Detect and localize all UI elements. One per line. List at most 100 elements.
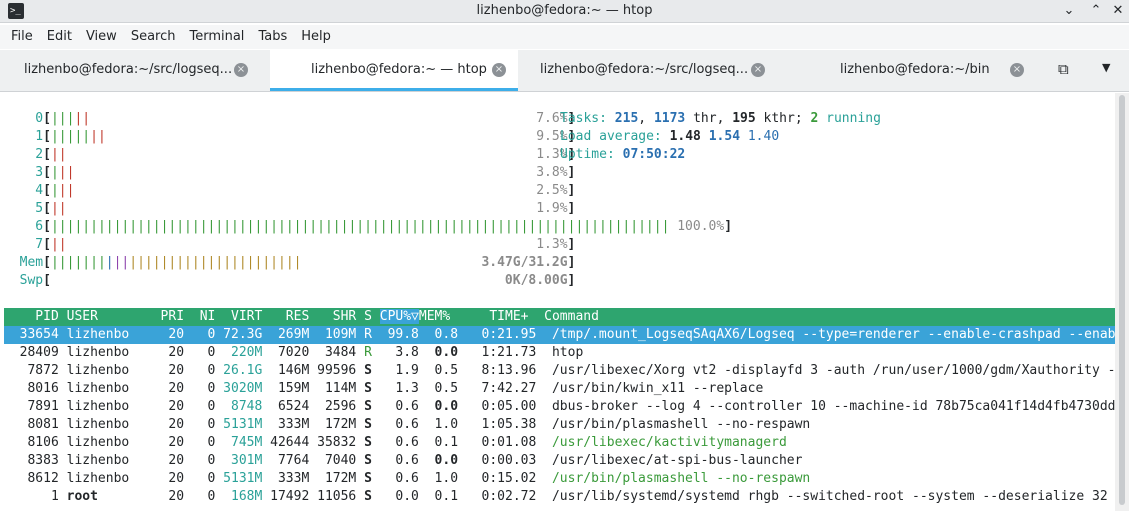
- menu-edit[interactable]: Edit: [40, 25, 79, 49]
- state: S: [356, 471, 380, 486]
- user: lizhenbo: [66, 471, 138, 486]
- hdr-shr[interactable]: SHR: [309, 309, 357, 324]
- tab-close-icon[interactable]: ×: [492, 63, 506, 77]
- shr: 172M: [309, 471, 357, 486]
- hdr-user[interactable]: USER: [67, 309, 137, 324]
- bracket: ]: [724, 219, 733, 234]
- cpu-label: 7: [4, 237, 44, 252]
- title-bar: >_ lizhenbo@fedora:~ — htop ⌄ ⌃ ✕: [0, 0, 1129, 23]
- hdr-virt[interactable]: VIRT: [215, 309, 262, 324]
- ni: 0: [184, 363, 216, 378]
- maximize-button[interactable]: ⌃: [1087, 2, 1105, 20]
- hdr-command[interactable]: Command: [528, 309, 599, 324]
- command: /usr/libexec/Xorg vt2 -displayfd 3 -auth…: [536, 363, 1124, 378]
- command: /usr/bin/plasmashell --no-respawn: [536, 471, 811, 486]
- process-row[interactable]: 8106 lizhenbo 20 0 745M 42644 35832 S 0.…: [4, 434, 786, 452]
- pri: 20: [137, 381, 185, 396]
- bracket: ]: [567, 165, 576, 180]
- time: 1:05.38: [458, 417, 537, 432]
- ni: 0: [184, 417, 216, 432]
- time: 7:42.27: [458, 381, 537, 396]
- window-title: lizhenbo@fedora:~ — htop: [476, 3, 653, 18]
- tab-htop[interactable]: lizhenbo@fedora:~ — htop ×: [270, 50, 518, 91]
- scrollbar-thumb[interactable]: [1119, 95, 1125, 505]
- bracket: ]: [567, 273, 576, 288]
- menu-tabs[interactable]: Tabs: [251, 25, 294, 49]
- bracket: ]: [567, 237, 576, 252]
- virt: 3020M: [215, 381, 263, 396]
- tab-logseq-1[interactable]: lizhenbo@fedora:~/src/logseq... ×: [0, 50, 268, 91]
- hdr-s[interactable]: S: [356, 309, 379, 324]
- user: lizhenbo: [66, 363, 138, 378]
- virt: 26.1G: [215, 363, 263, 378]
- command: /tmp/.mount_LogseqSAqAX6/Logseq --type=r…: [536, 327, 1116, 342]
- pri: 20: [137, 471, 185, 486]
- menu-view[interactable]: View: [79, 25, 124, 49]
- res: 159M: [262, 381, 310, 396]
- cpu: 3.8: [379, 345, 419, 360]
- process-row[interactable]: 8081 lizhenbo 20 0 5131M 333M 172M S 0.6…: [4, 416, 810, 434]
- hdr-cpu-sorted[interactable]: CPU%▽: [379, 309, 419, 324]
- bracket: [: [43, 201, 51, 216]
- mem: 0.0: [418, 399, 459, 414]
- new-tab-icon[interactable]: ⧉: [1058, 60, 1069, 78]
- process-row[interactable]: 8016 lizhenbo 20 0 3020M 159M 114M S 1.3…: [4, 380, 763, 398]
- process-row[interactable]: 33654 lizhenbo 20 0 72.3G 269M 109M R 99…: [4, 326, 1116, 344]
- cpu-value: 2.5%: [536, 183, 568, 198]
- cpu-label: 2: [4, 147, 44, 162]
- state: S: [356, 399, 380, 414]
- time: 0:00.03: [458, 453, 537, 468]
- process-row[interactable]: 7891 lizhenbo 20 0 8748 6524 2596 S 0.6 …: [4, 398, 1123, 416]
- tab-close-icon[interactable]: ×: [751, 63, 765, 77]
- res: 6524: [262, 399, 310, 414]
- tab-bin[interactable]: lizhenbo@fedora:~/bin ×: [784, 50, 1038, 91]
- cpu-value: 100.0%: [677, 219, 725, 234]
- hdr-mem[interactable]: MEM%: [419, 309, 450, 324]
- menu-help[interactable]: Help: [294, 25, 338, 49]
- process-row[interactable]: 1 root 20 0 168M 17492 11056 S 0.0 0.1 0…: [4, 488, 1108, 506]
- hdr-pid[interactable]: PID: [4, 309, 67, 324]
- mem: 0.5: [418, 381, 459, 396]
- memory-meter: Mem[|||||||||||||||||||||||||||||||| 3.4…: [4, 254, 576, 272]
- process-row[interactable]: 7872 lizhenbo 20 0 26.1G 146M 99596 S 1.…: [4, 362, 1123, 380]
- process-row[interactable]: 8612 lizhenbo 20 0 5131M 333M 172M S 0.6…: [4, 470, 810, 488]
- bracket: [: [43, 147, 51, 162]
- process-row[interactable]: 28409 lizhenbo 20 0 220M 7020 3484 R 3.8…: [4, 344, 584, 362]
- bracket: ]: [567, 255, 576, 270]
- scrollbar[interactable]: [1115, 93, 1129, 511]
- user: lizhenbo: [66, 327, 138, 342]
- tab-close-icon[interactable]: ×: [234, 63, 248, 77]
- close-button[interactable]: ✕: [1109, 2, 1127, 20]
- bracket: [: [43, 129, 51, 144]
- cpu: 1.9: [379, 363, 419, 378]
- hdr-res[interactable]: RES: [262, 309, 310, 324]
- load-average-line: Load average: 1.48 1.54 1.40: [560, 129, 780, 144]
- tab-list-chevron-icon[interactable]: ▼: [1102, 61, 1110, 74]
- virt: 220M: [215, 345, 263, 360]
- menu-search[interactable]: Search: [124, 25, 183, 49]
- menu-terminal[interactable]: Terminal: [182, 25, 251, 49]
- cpu: 99.8: [379, 327, 419, 342]
- cpu-meter-6: 6[||||||||||||||||||||||||||||||||||||||…: [4, 218, 732, 236]
- swp-label: Swp: [4, 273, 44, 288]
- swap-meter: Swp[ 0K/8.00G]: [4, 272, 576, 290]
- hdr-pri[interactable]: PRI: [137, 309, 185, 324]
- minimize-button[interactable]: ⌄: [1060, 2, 1078, 20]
- tab-label: lizhenbo@fedora:~/src/logseq...: [540, 62, 749, 77]
- menu-file[interactable]: File: [4, 25, 40, 49]
- res: 7020: [262, 345, 310, 360]
- process-table-header[interactable]: PID USER PRI NI VIRT RES SHR S CPU%▽MEM%…: [4, 308, 1116, 326]
- terminal-area[interactable]: 0[||||| 7.6%] 1[||||||| 9.5%] 2[|| 1.3%]…: [0, 93, 1129, 511]
- mem: 0.0: [418, 345, 459, 360]
- pri: 20: [137, 417, 185, 432]
- process-row[interactable]: 8383 lizhenbo 20 0 301M 7764 7040 S 0.6 …: [4, 452, 802, 470]
- shr: 172M: [309, 417, 357, 432]
- state: S: [356, 417, 380, 432]
- hdr-ni[interactable]: NI: [184, 309, 216, 324]
- ni: 0: [184, 489, 216, 504]
- hdr-time[interactable]: TIME+: [450, 309, 528, 324]
- tab-bar: lizhenbo@fedora:~/src/logseq... × lizhen…: [0, 50, 1129, 92]
- bracket: [: [43, 183, 51, 198]
- tab-close-icon[interactable]: ×: [1010, 63, 1024, 77]
- tab-logseq-2[interactable]: lizhenbo@fedora:~/src/logseq... ×: [520, 50, 782, 91]
